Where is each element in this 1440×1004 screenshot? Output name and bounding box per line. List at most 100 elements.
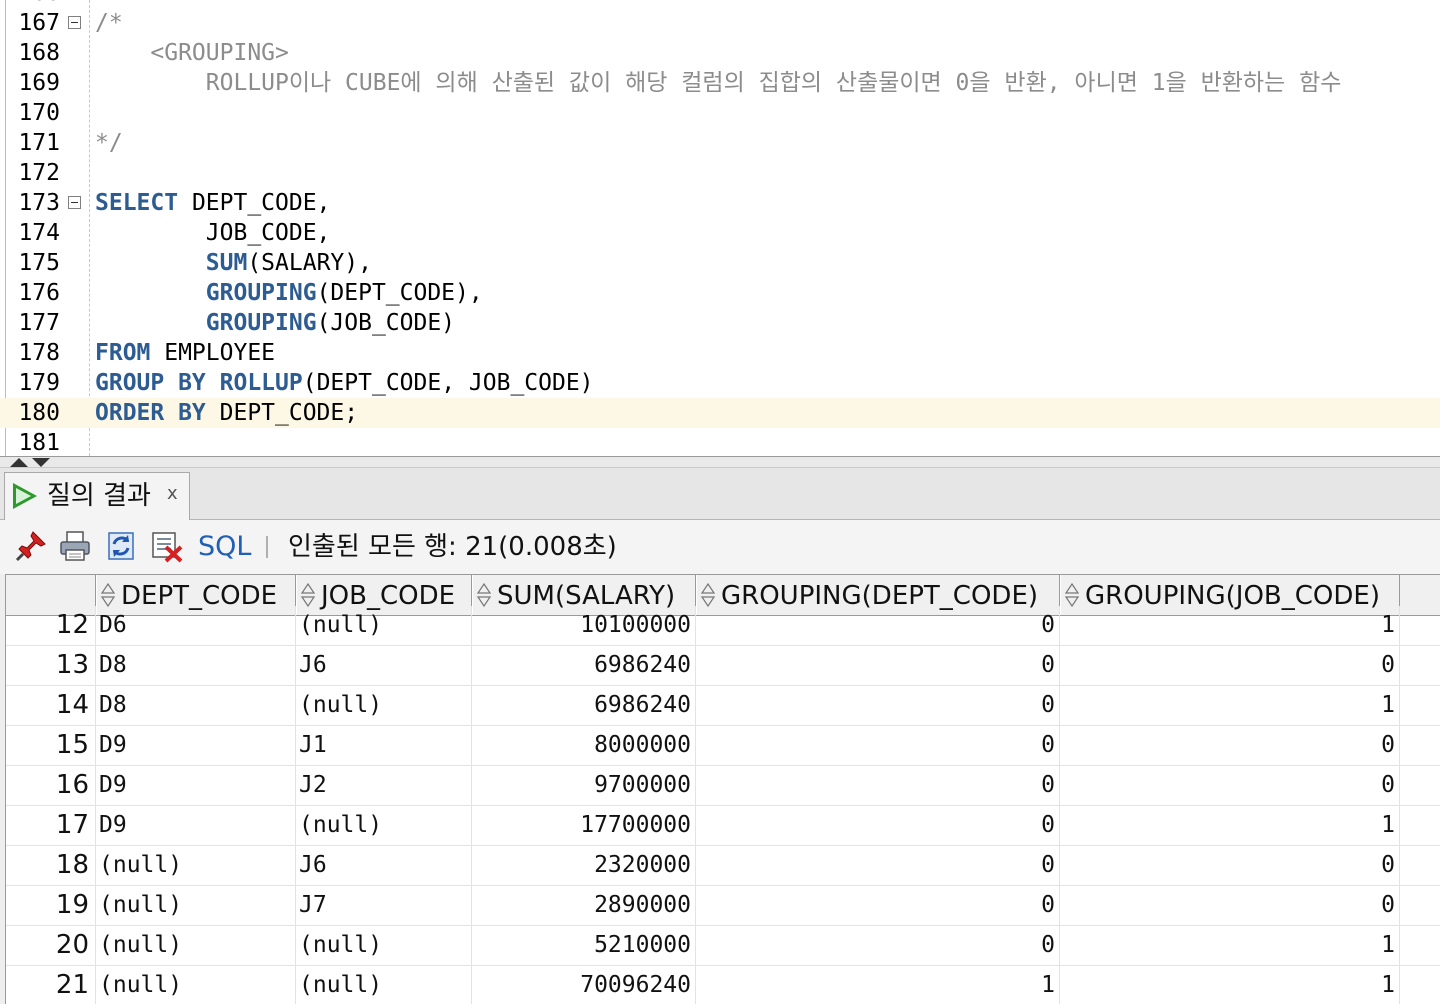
cell-job-code[interactable]: J6 [296,646,472,686]
cell-grouping-job[interactable]: 1 [1060,926,1400,966]
cell-sum-salary[interactable]: 6986240 [472,686,696,726]
cell-grouping-dept[interactable]: 0 [696,646,1060,686]
table-row[interactable]: 12 D6 (null) 10100000 0 1 [6,606,1440,646]
table-row[interactable]: 19 (null) J7 2890000 0 0 [6,886,1440,926]
fold-toggle-icon[interactable] [68,16,81,29]
cell-sum-salary[interactable]: 17700000 [472,806,696,846]
splitter-down-arrow-icon[interactable] [32,458,50,467]
code-line[interactable]: 178 FROM EMPLOYEE [0,338,1440,368]
print-icon[interactable] [58,529,92,563]
refresh-icon[interactable] [104,529,138,563]
pin-icon[interactable] [14,529,48,563]
tab-query-result[interactable]: 질의 결과 x [4,472,190,520]
cell-dept-code[interactable]: D6 [96,606,296,646]
cell-grouping-job[interactable]: 0 [1060,766,1400,806]
table-row[interactable]: 16 D9 J2 9700000 0 0 [6,766,1440,806]
cell-grouping-dept[interactable]: 0 [696,686,1060,726]
code-line[interactable]: 174 JOB_CODE, [0,218,1440,248]
splitter-up-arrow-icon[interactable] [10,458,28,467]
cell-sum-salary[interactable]: 2320000 [472,846,696,886]
table-row[interactable]: 15 D9 J1 8000000 0 0 [6,726,1440,766]
code-line[interactable]: 181 [0,428,1440,456]
cell-job-code[interactable]: J6 [296,846,472,886]
code-line[interactable]: 169 ROLLUP이나 CUBE에 의해 산출된 값이 해당 컬럼의 집합의 … [0,68,1440,98]
cell-job-code[interactable]: (null) [296,686,472,726]
cell-grouping-dept[interactable]: 0 [696,886,1060,926]
sql-editor[interactable]: 166167/*168 <GROUPING>169 ROLLUP이나 CUBE에… [0,0,1440,456]
cell-grouping-dept[interactable]: 0 [696,606,1060,646]
cell-sum-salary[interactable]: 6986240 [472,646,696,686]
cell-dept-code[interactable]: (null) [96,846,296,886]
sort-icon[interactable] [477,583,491,607]
cell-dept-code[interactable]: D8 [96,686,296,726]
cell-grouping-dept[interactable]: 0 [696,806,1060,846]
code-line[interactable]: 168 <GROUPING> [0,38,1440,68]
results-grid[interactable]: DEPT_CODE JOB_CODE SUM(SALARY) GROUPING(… [5,574,1440,1004]
cell-job-code[interactable]: (null) [296,806,472,846]
code-line[interactable]: 177 GROUPING(JOB_CODE) [0,308,1440,338]
code-comment: /* [95,10,123,36]
cell-grouping-job[interactable]: 0 [1060,846,1400,886]
code-line[interactable]: 176 GROUPING(DEPT_CODE), [0,278,1440,308]
cell-grouping-job[interactable]: 1 [1060,686,1400,726]
row-number: 17 [6,806,96,846]
export-icon[interactable] [150,529,184,563]
code-line[interactable]: 180 ORDER BY DEPT_CODE; [0,398,1440,428]
cell-grouping-job[interactable]: 1 [1060,606,1400,646]
table-row[interactable]: 13 D8 J6 6986240 0 0 [6,646,1440,686]
cell-grouping-dept[interactable]: 0 [696,926,1060,966]
sql-button[interactable]: SQL [198,530,251,564]
table-row[interactable]: 18 (null) J6 2320000 0 0 [6,846,1440,886]
tab-close-button[interactable]: x [167,483,178,504]
sort-icon[interactable] [301,583,315,607]
cell-job-code[interactable]: J7 [296,886,472,926]
cell-sum-salary[interactable]: 2890000 [472,886,696,926]
table-row[interactable]: 14 D8 (null) 6986240 0 1 [6,686,1440,726]
cell-sum-salary[interactable]: 9700000 [472,766,696,806]
cell-job-code[interactable]: (null) [296,606,472,646]
cell-sum-salary[interactable]: 8000000 [472,726,696,766]
cell-grouping-dept[interactable]: 0 [696,766,1060,806]
results-toolbar: SQL 인출된 모든 행: 21(0.008초) [0,520,1440,574]
cell-dept-code[interactable]: (null) [96,886,296,926]
sort-icon[interactable] [701,583,715,607]
row-number: 21 [6,966,96,1004]
cell-dept-code[interactable]: D9 [96,766,296,806]
code-line[interactable]: 171 */ [0,128,1440,158]
panel-splitter[interactable] [0,456,1440,468]
sql-keyword: GROUP BY [95,370,206,396]
code-line[interactable]: 170 [0,98,1440,128]
cell-grouping-job[interactable]: 1 [1060,966,1400,1004]
cell-grouping-job[interactable]: 0 [1060,886,1400,926]
code-line[interactable]: 179 GROUP BY ROLLUP(DEPT_CODE, JOB_CODE) [0,368,1440,398]
cell-grouping-dept[interactable]: 0 [696,846,1060,886]
code-line[interactable]: 172 [0,158,1440,188]
cell-job-code[interactable]: (null) [296,966,472,1004]
cell-grouping-job[interactable]: 0 [1060,646,1400,686]
table-row[interactable]: 20 (null) (null) 5210000 0 1 [6,926,1440,966]
sort-icon[interactable] [101,583,115,607]
cell-job-code[interactable]: J2 [296,766,472,806]
cell-grouping-job[interactable]: 1 [1060,806,1400,846]
cell-dept-code[interactable]: (null) [96,926,296,966]
cell-grouping-job[interactable]: 0 [1060,726,1400,766]
cell-dept-code[interactable]: D8 [96,646,296,686]
cell-dept-code[interactable]: D9 [96,806,296,846]
cell-sum-salary[interactable]: 70096240 [472,966,696,1004]
table-row[interactable]: 21 (null) (null) 70096240 1 1 [6,966,1440,1004]
cell-grouping-dept[interactable]: 1 [696,966,1060,1004]
cell-job-code[interactable]: (null) [296,926,472,966]
code-line[interactable]: 167 /* [0,8,1440,38]
code-line[interactable]: 173 SELECT DEPT_CODE, [0,188,1440,218]
code-line[interactable]: 175 SUM(SALARY), [0,248,1440,278]
sort-icon[interactable] [1065,583,1079,607]
cell-sum-salary[interactable]: 5210000 [472,926,696,966]
code-line[interactable]: 166 [0,0,1440,8]
table-row[interactable]: 17 D9 (null) 17700000 0 1 [6,806,1440,846]
cell-dept-code[interactable]: (null) [96,966,296,1004]
cell-sum-salary[interactable]: 10100000 [472,606,696,646]
cell-grouping-dept[interactable]: 0 [696,726,1060,766]
cell-job-code[interactable]: J1 [296,726,472,766]
fold-toggle-icon[interactable] [68,196,81,209]
cell-dept-code[interactable]: D9 [96,726,296,766]
